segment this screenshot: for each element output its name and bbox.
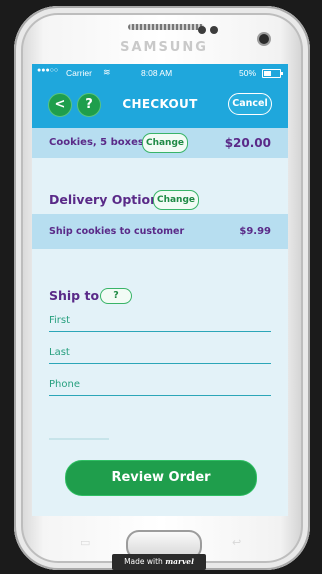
- menu-softkey-icon[interactable]: ▭: [80, 537, 94, 548]
- first-name-field: [49, 311, 271, 332]
- front-camera: [259, 34, 269, 44]
- phone-input[interactable]: [49, 375, 271, 393]
- light-sensor: [210, 26, 218, 34]
- battery-icon: [262, 69, 283, 78]
- help-button[interactable]: ?: [77, 93, 101, 117]
- device-brand: SAMSUNG: [120, 40, 208, 55]
- delivery-option-label: Ship cookies to customer: [49, 226, 185, 237]
- cancel-button[interactable]: Cancel: [228, 93, 272, 115]
- last-name-input[interactable]: [49, 343, 271, 361]
- made-with-marvel-badge[interactable]: Made with marvel: [112, 554, 206, 570]
- order-item-row: Cookies, 5 boxes Change $20.00: [32, 128, 288, 158]
- order-item-price: $20.00: [224, 136, 271, 150]
- ship-to-help-button[interactable]: ?: [100, 288, 132, 304]
- checkout-header: < ? CHECKOUT Cancel: [32, 82, 288, 128]
- badge-prefix: Made with: [124, 557, 163, 566]
- review-order-button[interactable]: Review Order: [65, 460, 257, 496]
- order-item-label: Cookies, 5 boxes: [49, 137, 144, 148]
- carrier-name: Carrier: [66, 68, 92, 78]
- app-screen: ●●●○○ Carrier ≋ 8:08 AM 50% < ? CHECKOUT…: [32, 64, 288, 516]
- back-button[interactable]: <: [48, 93, 72, 117]
- ship-to-title: Ship to: [49, 288, 100, 303]
- first-name-input[interactable]: [49, 311, 271, 329]
- delivery-option-price: $9.99: [239, 226, 271, 237]
- proximity-sensor: [198, 26, 206, 34]
- earpiece-speaker: [128, 24, 204, 30]
- page-title: CHECKOUT: [122, 97, 198, 111]
- status-bar: ●●●○○ Carrier ≋ 8:08 AM 50%: [32, 64, 288, 82]
- delivery-option-row[interactable]: Ship cookies to customer $9.99: [32, 214, 288, 249]
- back-softkey-icon[interactable]: ↩: [232, 537, 246, 548]
- last-name-field: [49, 343, 271, 364]
- battery-percent: 50%: [239, 68, 257, 78]
- wifi-icon: ≋: [103, 67, 111, 77]
- change-item-button[interactable]: Change: [142, 133, 188, 153]
- next-field-divider: [49, 438, 109, 440]
- delivery-option-title: Delivery Option: [49, 192, 160, 207]
- status-time: 8:08 AM: [141, 68, 173, 78]
- phone-field: [49, 375, 271, 396]
- signal-strength-icon: ●●●○○: [37, 67, 59, 74]
- badge-brand: marvel: [165, 557, 194, 566]
- change-delivery-button[interactable]: Change: [153, 190, 199, 210]
